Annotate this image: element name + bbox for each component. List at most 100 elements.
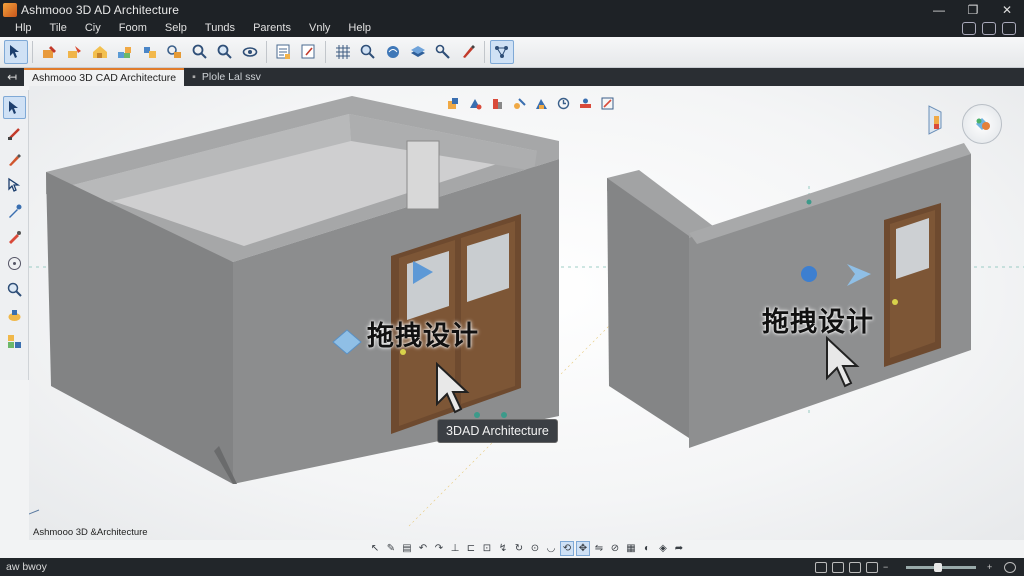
component-tool-icon[interactable] (113, 40, 137, 64)
bottom-image-icon[interactable]: ▦ (624, 541, 638, 556)
menu-item-8[interactable]: Vnly (300, 22, 339, 34)
bottom-offset-icon[interactable]: ⊙ (528, 541, 542, 556)
zoom-slider-thumb[interactable] (933, 562, 942, 572)
bottom-style-icon[interactable]: ◐ (640, 541, 654, 556)
bottom-redo-icon[interactable]: ↷ (432, 541, 446, 556)
layout-toggle-icon[interactable] (982, 21, 996, 35)
tab-second-document[interactable]: ▪ Plole Lal ssv (184, 68, 269, 86)
window-title: Ashmooo 3D AD Architecture (21, 2, 180, 17)
bottom-section-icon[interactable]: ⊘ (608, 541, 622, 556)
tooltip: 3DAD Architecture (437, 419, 558, 443)
bottom-layer-icon[interactable]: ◈ (656, 541, 670, 556)
menu-item-help[interactable]: Help (339, 22, 380, 34)
status-text: aw bwoy (6, 561, 47, 573)
draw-wall-icon[interactable] (3, 122, 26, 145)
edit-icon[interactable] (297, 40, 321, 64)
navigation-bar-icon[interactable] (926, 104, 944, 138)
view-top-icon[interactable] (444, 94, 463, 112)
properties-icon[interactable] (272, 40, 296, 64)
menu-item-6[interactable]: Tunds (196, 22, 244, 34)
paint-bucket-icon[interactable] (3, 226, 26, 249)
select-tool-icon[interactable] (3, 40, 28, 64)
material-icon[interactable] (3, 304, 26, 327)
bottom-dim-icon[interactable]: ⊥ (448, 541, 462, 556)
bottom-export-icon[interactable]: ➦ (672, 541, 686, 556)
view-camera-icon[interactable] (554, 94, 573, 112)
bottom-tool-strip: ↖ ✎ ▤ ↶ ↷ ⊥ ⊏ ⊡ ↯ ↻ ⊙ ◡ ⟲ ✥ ⇋ ⊘ ▦ ◐ ◈ ➦ (368, 541, 686, 556)
eyedropper-icon[interactable] (3, 200, 26, 223)
pen-tool-icon[interactable] (3, 148, 26, 171)
toolbar-separator (266, 41, 267, 63)
bottom-arc-icon[interactable]: ◡ (544, 541, 558, 556)
layout-icon[interactable] (866, 561, 878, 573)
menu-item-4[interactable]: Foom (110, 22, 156, 34)
menu-item-3[interactable]: Ciy (76, 22, 110, 34)
bottom-stair-icon[interactable]: ⊏ (464, 541, 478, 556)
gizmo-point (806, 199, 812, 205)
bottom-select-icon[interactable]: ↖ (368, 541, 382, 556)
menu-item-7[interactable]: Parents (244, 22, 300, 34)
bottom-pan-icon[interactable]: ✥ (576, 541, 590, 556)
tab-label: Plole Lal ssv (201, 71, 261, 83)
pointer-tool-icon[interactable] (2, 95, 26, 119)
furniture-tool-icon[interactable] (138, 40, 162, 64)
orbit-icon[interactable] (238, 40, 262, 64)
zoom-slider[interactable] (906, 562, 976, 572)
grid-snap-icon[interactable] (832, 561, 844, 573)
bottom-orbit-icon[interactable]: ⟲ (560, 541, 574, 556)
render-icon[interactable] (381, 40, 405, 64)
bottom-walk-icon[interactable]: ⇋ (592, 541, 606, 556)
group-tool-icon[interactable] (163, 40, 187, 64)
view-right-icon[interactable] (488, 94, 507, 112)
bottom-move-icon[interactable]: ↯ (496, 541, 510, 556)
app-logo-icon (3, 2, 17, 17)
tab-active-document[interactable]: Ashmooo 3D CAD Architecture (24, 68, 185, 86)
toolbar-separator (484, 41, 485, 63)
zoom-icon[interactable] (188, 40, 212, 64)
select-edge-icon[interactable] (3, 174, 26, 197)
components-icon[interactable] (3, 330, 26, 353)
move-sphere-handle (801, 266, 817, 282)
network-tool-icon[interactable] (489, 40, 514, 64)
zoom-extents-icon[interactable] (213, 40, 237, 64)
measure-icon[interactable] (431, 40, 455, 64)
wall-tool-icon[interactable] (38, 40, 62, 64)
menu-item-1[interactable]: Hlp (6, 22, 41, 34)
roof-tool-icon[interactable] (88, 40, 112, 64)
bottom-undo-icon[interactable]: ↶ (416, 541, 430, 556)
view-section-icon[interactable] (576, 94, 595, 112)
bottom-rect-icon[interactable]: ▤ (400, 541, 414, 556)
bottom-pencil-icon[interactable]: ✎ (384, 541, 398, 556)
layers-icon[interactable] (406, 40, 430, 64)
gizmo-point (474, 412, 480, 418)
zoom-out-icon[interactable]: − (883, 562, 895, 573)
zoom-in-icon[interactable]: + (987, 562, 999, 573)
view-front-icon[interactable] (466, 94, 485, 112)
room-tool-icon[interactable] (63, 40, 87, 64)
view-iso-icon[interactable] (510, 94, 529, 112)
bottom-box-icon[interactable]: ⊡ (480, 541, 494, 556)
maximize-button[interactable]: ❐ (956, 0, 990, 19)
menu-item-2[interactable]: Tile (41, 22, 76, 34)
display-icon[interactable] (815, 561, 827, 573)
magnify-icon[interactable] (3, 278, 26, 301)
scene-canvas[interactable] (29, 86, 1024, 540)
settings-gear-icon[interactable] (1004, 561, 1016, 573)
view-cube-icon[interactable] (962, 104, 1002, 144)
ortho-icon[interactable] (849, 561, 861, 573)
close-button[interactable]: ✕ (990, 0, 1024, 19)
toolbar-separator (32, 41, 33, 63)
menu-item-5[interactable]: Selp (156, 22, 196, 34)
search-icon[interactable] (356, 40, 380, 64)
target-icon[interactable] (3, 252, 26, 275)
view-perspective-icon[interactable] (532, 94, 551, 112)
back-arrow-icon[interactable]: ↤ (0, 68, 24, 86)
3d-viewport[interactable]: 拖拽设计 拖拽设计 3DAD Architecture Ashmooo 3D &… (29, 86, 1024, 540)
bottom-rotate-icon[interactable]: ↻ (512, 541, 526, 556)
minimize-button[interactable]: — (922, 0, 956, 19)
panel-toggle-icon[interactable] (962, 21, 976, 35)
view-settings-icon[interactable] (598, 94, 617, 112)
grid-icon[interactable] (331, 40, 355, 64)
options-icon[interactable] (1002, 21, 1016, 35)
paint-icon[interactable] (456, 40, 480, 64)
